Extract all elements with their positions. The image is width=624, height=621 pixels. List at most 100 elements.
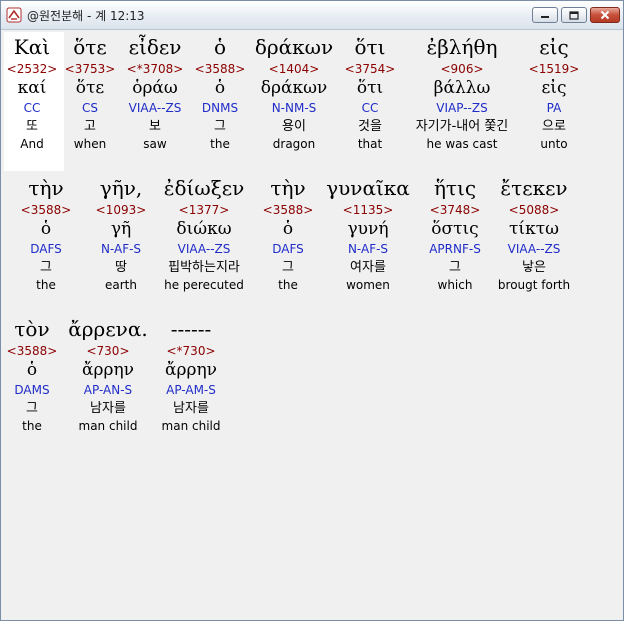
parsing-code: N-AF-S (100, 242, 142, 256)
word-column[interactable]: Καὶ <2532> καί CC 또 And (7, 33, 58, 152)
english-gloss: which (437, 278, 473, 292)
word-column[interactable]: ἐδίωξεν <1377> διώκω VIAA--ZS 핍박하는지라 he … (164, 174, 244, 293)
word-column[interactable]: ἔτεκεν <5088> τίκτω VIAA--ZS 낳은 brougt f… (498, 174, 570, 293)
greek-word: ἔτεκεν (500, 176, 568, 200)
strong-number: <3588> (194, 62, 246, 76)
english-gloss: that (357, 137, 383, 151)
word-column[interactable]: ὅτε <3753> ὅτε CS 고 when (65, 33, 116, 152)
strong-number: <2532> (6, 62, 58, 76)
korean-gloss: 핍박하는지라 (168, 260, 240, 275)
word-column[interactable]: ------ <*730> ἄρρην AP-AM-S 남자를 man chil… (162, 315, 221, 434)
strong-number: <730> (86, 344, 130, 358)
parsing-code: APRNF-S (429, 242, 481, 256)
parsing-code: VIAA--ZS (128, 101, 182, 115)
word-column[interactable]: τὴν <3588> ὁ DAFS 그 the (263, 174, 314, 293)
close-icon (600, 10, 610, 20)
lemma: εἰς (541, 78, 567, 98)
lemma: ὅτι (356, 78, 384, 98)
strong-number: <1093> (95, 203, 147, 217)
korean-gloss: 고 (84, 119, 96, 134)
lemma: ὁ (26, 360, 38, 380)
parsing-code: DNMS (201, 101, 239, 115)
korean-gloss: 으로 (542, 119, 566, 134)
korean-gloss: 남자를 (90, 401, 126, 416)
word-column[interactable]: ὁ <3588> ὁ DNMS 그 the (195, 33, 246, 152)
lemma: ὁ (40, 219, 52, 239)
strong-number: <1404> (268, 62, 320, 76)
korean-gloss: 여자를 (350, 260, 386, 275)
greek-word: τὸν (14, 317, 50, 341)
strong-number: <1519> (528, 62, 580, 76)
parsing-code: DAFS (30, 242, 62, 256)
english-gloss: dragon (272, 137, 316, 151)
app-icon (6, 7, 22, 23)
word-column[interactable]: ἐβλήθη <906> βάλλω VIAP--ZS 자기가-내어 쫓긴 he… (416, 33, 509, 152)
lemma: γυνή (347, 219, 389, 239)
greek-word: εἰς (539, 35, 569, 59)
greek-word: γυναῖκα (326, 176, 410, 200)
word-column[interactable]: ἥτις <3748> ὅστις APRNF-S 그 which (429, 174, 481, 293)
korean-gloss: 용이 (282, 119, 306, 134)
title-bar[interactable]: @원전분해 - 계 12:13 (1, 1, 623, 30)
greek-word: εἶδεν (128, 35, 182, 59)
strong-number: <*3708> (126, 62, 184, 76)
korean-gloss: 그 (214, 119, 226, 134)
parsing-code: AP-AN-S (83, 383, 133, 397)
korean-gloss: 그 (40, 260, 52, 275)
lemma: ὁ (282, 219, 294, 239)
word-column[interactable]: τὴν <3588> ὁ DAFS 그 the (21, 174, 72, 293)
parsing-code: VIAA--ZS (177, 242, 231, 256)
lemma: δράκων (260, 78, 328, 98)
lemma: ὁράω (132, 78, 178, 98)
english-gloss: the (36, 278, 56, 292)
strong-number: <1377> (178, 203, 230, 217)
strong-number: <3588> (262, 203, 314, 217)
parsing-code: DAFS (272, 242, 304, 256)
parsing-code: AP-AM-S (166, 383, 216, 397)
word-column[interactable]: ἄρρενα. <730> ἄρρην AP-AN-S 남자를 man chil… (68, 315, 147, 434)
lemma: ἄρρην (82, 360, 134, 380)
lemma: γῆ (110, 219, 132, 239)
greek-word: Καὶ (13, 35, 51, 59)
lemma: τίκτω (509, 219, 559, 239)
strong-number: <3753> (64, 62, 116, 76)
lemma: ἄρρην (164, 360, 217, 380)
maximize-button[interactable] (561, 7, 587, 23)
parsing-code: N-AF-S (347, 242, 389, 256)
korean-gloss: 그 (26, 401, 38, 416)
lemma: διώκω (176, 219, 232, 239)
close-button[interactable] (590, 7, 620, 23)
minimize-button[interactable] (532, 7, 558, 23)
maximize-icon (569, 10, 579, 20)
word-column[interactable]: εἰς <1519> εἰς PA 으로 unto (529, 33, 580, 152)
word-column[interactable]: γυναῖκα <1135> γυνή N-AF-S 여자를 women (326, 174, 410, 293)
strong-number: <3748> (429, 203, 481, 217)
strong-number: <5088> (508, 203, 560, 217)
word-column[interactable]: τὸν <3588> ὁ DAMS 그 the (7, 315, 58, 434)
strong-number: <3588> (6, 344, 58, 358)
korean-gloss: 땅 (115, 260, 127, 275)
english-gloss: unto (540, 137, 568, 151)
english-gloss: the (278, 278, 298, 292)
korean-gloss: 그 (282, 260, 294, 275)
lemma: ὅστις (431, 219, 479, 239)
english-gloss: And (20, 137, 44, 151)
minimize-icon (541, 16, 549, 18)
english-gloss: brougt forth (497, 278, 571, 292)
word-column[interactable]: γῆν, <1093> γῆ N-AF-S 땅 earth (96, 174, 147, 293)
english-gloss: the (210, 137, 230, 151)
main-window: @원전분해 - 계 12:13 Καὶ <2532> καί CC 또 And (0, 0, 624, 621)
word-column[interactable]: εἶδεν <*3708> ὁράω VIAA--ZS 보 saw (127, 33, 184, 152)
window-title: @원전분해 - 계 12:13 (27, 9, 145, 23)
lemma: ὅτε (75, 78, 105, 98)
english-gloss: man child (161, 419, 221, 433)
word-column[interactable]: ὅτι <3754> ὅτι CC 것을 that (345, 33, 396, 152)
parsing-code: DAMS (14, 383, 50, 397)
parsing-code: PA (546, 101, 562, 115)
parsing-code: N-NM-S (271, 101, 317, 115)
lemma: ὁ (214, 78, 226, 98)
parsing-code: VIAP--ZS (436, 101, 488, 115)
greek-word: τὴν (28, 176, 64, 200)
lemma: βάλλω (433, 78, 491, 98)
word-column[interactable]: δράκων <1404> δράκων N-NM-S 용이 dragon (255, 33, 333, 152)
